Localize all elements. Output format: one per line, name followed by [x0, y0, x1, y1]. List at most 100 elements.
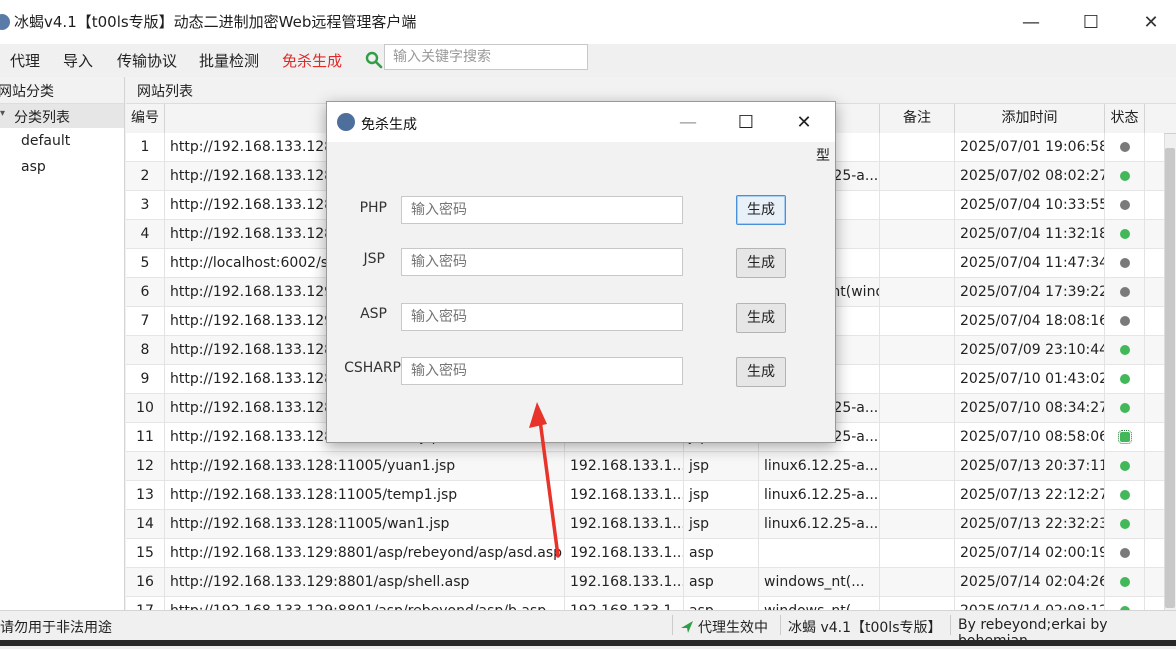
close-icon[interactable]: ✕ — [1126, 0, 1176, 44]
status-offline-dot — [1120, 548, 1130, 558]
taskbar-strip — [0, 640, 1176, 646]
menu-import[interactable]: 导入 — [63, 50, 93, 71]
cell-note — [880, 510, 955, 539]
cell-ip: 192.168.133.1... — [565, 481, 684, 510]
jsp-password-input[interactable] — [401, 248, 683, 276]
cell-type: jsp — [684, 452, 759, 481]
close-icon[interactable]: ✕ — [775, 102, 833, 142]
cell-status — [1105, 568, 1145, 597]
col-added-time[interactable]: 添加时间 — [955, 104, 1105, 133]
cell-id: 1 — [126, 133, 165, 162]
asp-label: ASP — [360, 306, 387, 322]
scrollbar-thumb[interactable] — [1165, 148, 1175, 608]
cell-time: 2025/07/04 11:47:34 — [955, 249, 1105, 278]
expand-arrow-icon[interactable]: ▾ — [0, 108, 5, 119]
cell-ip: 192.168.133.1... — [565, 452, 684, 481]
status-online-dot — [1120, 403, 1130, 413]
cell-type: jsp — [684, 481, 759, 510]
cell-time: 2025/07/13 22:12:27 — [955, 481, 1105, 510]
status-divider — [672, 615, 673, 635]
status-offline-dot — [1120, 316, 1130, 326]
cell-time: 2025/07/13 20:37:11 — [955, 452, 1105, 481]
cell-id: 7 — [126, 307, 165, 336]
menu-proxy[interactable]: 代理 — [10, 50, 40, 71]
table-row[interactable]: 13 http://192.168.133.128:11005/temp1.jsp… — [126, 481, 1164, 510]
proxy-status-text: 代理生效中 — [698, 620, 768, 636]
minimize-icon[interactable]: — — [659, 102, 717, 142]
col-note[interactable]: 备注 — [880, 104, 955, 133]
cell-id: 2 — [126, 162, 165, 191]
table-row[interactable]: 12 http://192.168.133.128:11005/yuan1.jsp… — [126, 452, 1164, 481]
cell-note — [880, 249, 955, 278]
status-online-dot — [1120, 345, 1130, 355]
cell-status — [1105, 191, 1145, 220]
status-bar: 请勿用于非法用途 代理生效中 冰蝎 v4.1【t00ls专版】 By rebey… — [0, 610, 1176, 649]
cell-time: 2025/07/10 08:58:06 — [955, 423, 1105, 452]
tree-item-asp[interactable]: asp — [21, 159, 46, 175]
php-password-input[interactable] — [401, 196, 683, 224]
cell-id: 13 — [126, 481, 165, 510]
menu-av-bypass-generate[interactable]: 免杀生成 — [282, 50, 342, 71]
status-divider — [950, 615, 951, 635]
menu-transport-protocol[interactable]: 传输协议 — [117, 50, 177, 71]
cell-note — [880, 133, 955, 162]
cell-id: 8 — [126, 336, 165, 365]
tree-root-category-list[interactable]: ▾ 分类列表 — [0, 104, 124, 128]
csharp-password-input[interactable] — [401, 357, 683, 385]
col-status[interactable]: 状态 — [1105, 104, 1145, 133]
maximize-icon[interactable]: ☐ — [1066, 0, 1116, 44]
table-row[interactable]: 16 http://192.168.133.129:8801/asp/shell.… — [126, 568, 1164, 597]
search-input[interactable]: 输入关键字搜索 — [384, 44, 588, 70]
cell-id: 10 — [126, 394, 165, 423]
cell-status — [1105, 423, 1145, 452]
cell-time: 2025/07/14 02:04:26 — [955, 568, 1105, 597]
cell-id: 14 — [126, 510, 165, 539]
status-online-dot — [1120, 461, 1130, 471]
maximize-icon[interactable]: ☐ — [717, 102, 775, 142]
av-bypass-dialog: 免杀生成 型 — ☐ ✕ PHP 生成 JSP 生成 ASP 生成 CSHARP… — [326, 101, 836, 443]
cell-note — [880, 568, 955, 597]
minimize-icon[interactable]: — — [1006, 0, 1056, 44]
cell-status — [1105, 249, 1145, 278]
app-logo-icon — [337, 113, 355, 131]
cell-time: 2025/07/04 17:39:22 — [955, 278, 1105, 307]
cell-id: 11 — [126, 423, 165, 452]
status-divider — [780, 615, 781, 635]
status-online-dot — [1120, 577, 1130, 587]
menu-batch-check[interactable]: 批量检测 — [199, 50, 259, 71]
cell-time: 2025/07/09 23:10:44 — [955, 336, 1105, 365]
cell-note — [880, 423, 955, 452]
status-offline-dot — [1120, 142, 1130, 152]
cell-id: 6 — [126, 278, 165, 307]
cell-time: 2025/07/14 02:00:19 — [955, 539, 1105, 568]
site-list-header: 网站列表 — [126, 77, 1176, 104]
asp-generate-button[interactable]: 生成 — [736, 303, 786, 333]
cell-type: jsp — [684, 510, 759, 539]
col-id[interactable]: 编号 — [126, 104, 165, 133]
search-icon[interactable] — [364, 50, 384, 70]
column-header-peek: 型 — [816, 148, 830, 164]
status-online-dot — [1120, 374, 1130, 384]
category-panel — [0, 77, 125, 610]
cell-url: http://192.168.133.128:11005/yuan1.jsp — [165, 452, 565, 481]
table-row[interactable]: 15 http://192.168.133.129:8801/asp/rebeyo… — [126, 539, 1164, 568]
jsp-generate-button[interactable]: 生成 — [736, 248, 786, 278]
cell-note — [880, 452, 955, 481]
status-offline-dot — [1120, 258, 1130, 268]
cell-status — [1105, 539, 1145, 568]
cell-time: 2025/07/01 19:06:58 — [955, 133, 1105, 162]
csharp-generate-button[interactable]: 生成 — [736, 357, 786, 387]
cell-note — [880, 539, 955, 568]
cell-id: 5 — [126, 249, 165, 278]
asp-password-input[interactable] — [401, 303, 683, 331]
tree-item-default[interactable]: default — [21, 133, 70, 149]
cell-id: 9 — [126, 365, 165, 394]
cell-url: http://192.168.133.129:8801/asp/rebeyond… — [165, 539, 565, 568]
cell-ip: 192.168.133.1... — [565, 568, 684, 597]
cell-status — [1105, 452, 1145, 481]
status-online-dot — [1120, 171, 1130, 181]
php-label: PHP — [359, 200, 387, 216]
cell-time: 2025/07/04 10:33:55 — [955, 191, 1105, 220]
table-row[interactable]: 14 http://192.168.133.128:11005/wan1.jsp 1… — [126, 510, 1164, 539]
php-generate-button[interactable]: 生成 — [736, 195, 786, 225]
